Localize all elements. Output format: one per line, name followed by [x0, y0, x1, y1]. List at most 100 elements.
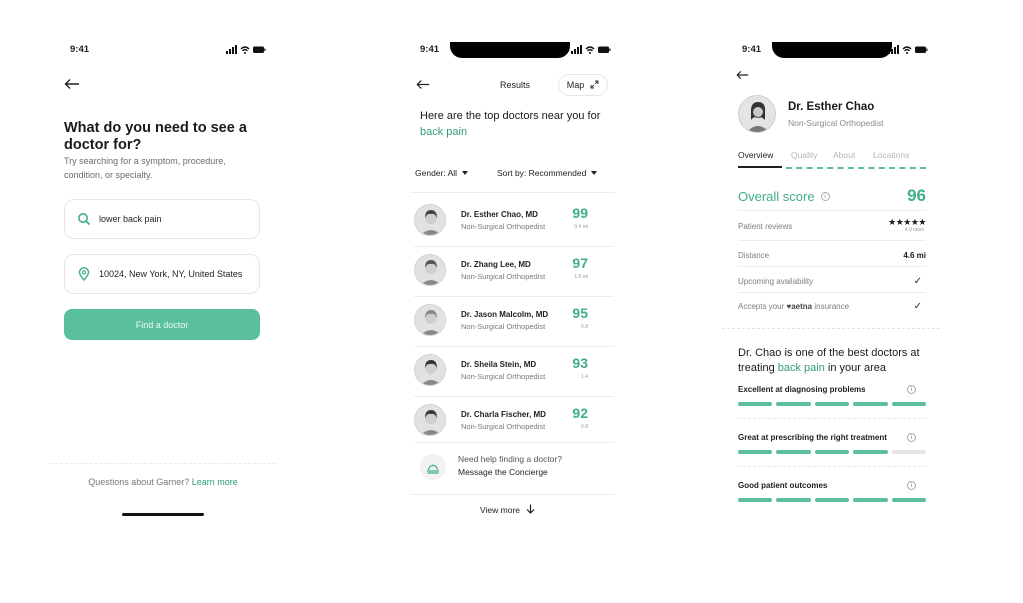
search-input[interactable]: lower back pain [64, 199, 260, 239]
location-pin-icon [77, 267, 91, 282]
system-icons [226, 45, 266, 55]
quality-meter-segment [853, 498, 888, 502]
section-divider [722, 328, 940, 329]
quality-meter-segment [891, 498, 927, 502]
bottom-divider [410, 494, 615, 495]
doctor-row[interactable]: Dr. Zhang Lee, MD Non-Surgical Orthopedis… [414, 248, 614, 294]
doctor-avatar [414, 354, 446, 386]
row-divider [738, 292, 926, 293]
doctor-name: Dr. Esther Chao [788, 101, 875, 113]
row-divider [414, 296, 614, 297]
checkmark-icon: ✓ [913, 301, 922, 312]
doctor-specialty: Non-Surgical Orthopedist [788, 118, 884, 128]
results-heading: Here are the top doctors near you for ba… [420, 108, 610, 140]
doctor-distance: 0.4 mi [574, 224, 588, 230]
location-value: 10024, New York, NY, United States [99, 269, 243, 279]
map-button[interactable]: Map [558, 74, 608, 96]
location-input[interactable]: 10024, New York, NY, United States [64, 254, 260, 294]
quality-meter-segment [891, 450, 927, 454]
doctor-specialty: Non-Surgical Orthopedist [461, 222, 546, 231]
profile-screen: 9:41 Dr. Esther Chao Non-Surgical Orthop… [722, 30, 942, 530]
doctor-name: Dr. Zhang Lee, MD [461, 260, 531, 269]
quality-divider [738, 466, 926, 467]
tab-overview[interactable]: Overview [738, 150, 773, 160]
summary-suffix: in your area [827, 362, 887, 374]
doctor-distance: 0.8 [581, 424, 588, 430]
tab-locations[interactable]: Locations [873, 150, 909, 160]
expand-icon [590, 80, 599, 91]
status-time: 9:41 [70, 44, 90, 55]
home-indicator [122, 513, 204, 516]
overall-score-text: Overall score [738, 189, 815, 204]
back-arrow-icon[interactable] [64, 78, 80, 92]
find-doctor-button[interactable]: Find a doctor [64, 309, 260, 340]
doctor-specialty: Non-Surgical Orthopedist [461, 422, 546, 431]
sort-filter[interactable]: Sort by: Recommended [497, 168, 598, 178]
sort-filter-label: Sort by: Recommended [497, 168, 587, 178]
learn-more-link[interactable]: Learn more [192, 477, 238, 487]
doctor-name: Dr. Sheila Stein, MD [461, 360, 537, 369]
insurance-prefix: Accepts your [738, 302, 785, 311]
status-bar: 9:41 [70, 44, 266, 58]
quality-meter-segment [776, 450, 811, 454]
distance-row: Distance 4.6 mi [738, 251, 926, 260]
concierge-prompt[interactable]: Need help finding a doctor? Message the … [420, 450, 620, 486]
gender-filter[interactable]: Gender: All [415, 168, 469, 178]
filter-divider [410, 192, 615, 193]
distance-label: Distance [738, 251, 770, 260]
doctor-score: 97 [572, 255, 588, 271]
info-icon[interactable]: i [820, 192, 830, 201]
quality-label: Excellent at diagnosing problems i [738, 385, 916, 394]
arrow-down-icon [526, 504, 535, 516]
quality-label-text: Excellent at diagnosing problems [738, 385, 866, 394]
page-subtitle: Try searching for a symptom, procedure, … [64, 156, 226, 180]
tab-about[interactable]: About [833, 150, 855, 160]
status-time: 9:41 [742, 44, 762, 55]
search-icon [77, 212, 91, 226]
quality-meter-segment [814, 498, 850, 502]
doctor-summary: Dr. Chao is one of the best doctors at t… [738, 346, 934, 376]
aetna-logo: ♥aetna [786, 302, 813, 311]
doctor-row[interactable]: Dr. Charla Fischer, MD Non-Surgical Ortho… [414, 398, 614, 444]
row-divider [414, 346, 614, 347]
doctor-row[interactable]: Dr. Esther Chao, MD Non-Surgical Orthoped… [414, 198, 614, 244]
concierge-line1: Need help finding a doctor? [458, 454, 562, 464]
view-more-button[interactable]: View more [480, 504, 535, 516]
quality-label-text: Great at prescribing the right treatment [738, 433, 887, 442]
checkmark-icon: ✓ [913, 276, 922, 287]
insurance-suffix: insurance [814, 302, 850, 311]
status-bar: 9:41 [420, 44, 611, 58]
row-divider [414, 396, 614, 397]
doctor-row[interactable]: Dr. Jason Malcolm, MD Non-Surgical Orthop… [414, 298, 614, 344]
footer-divider [50, 463, 276, 464]
search-value: lower back pain [99, 214, 162, 224]
doctor-distance: 0.8 [581, 324, 588, 330]
info-icon[interactable]: i [907, 433, 916, 442]
summary-accent: back pain [777, 362, 825, 374]
profile-tabs: Overview Quality About Locations [738, 150, 928, 172]
quality-meter-segment [738, 402, 773, 406]
availability-label: Upcoming availability [738, 277, 814, 286]
concierge-link[interactable]: Message the Concierge [458, 467, 548, 477]
footer-text: Questions about Garner? [88, 477, 190, 487]
doctor-specialty: Non-Surgical Orthopedist [461, 272, 546, 281]
quality-meter [738, 402, 927, 406]
quality-meter-segment [776, 498, 811, 502]
doctor-avatar [414, 254, 446, 286]
quality-meter-segment [738, 450, 773, 454]
doctor-name: Dr. Jason Malcolm, MD [461, 310, 549, 319]
doctor-row[interactable]: Dr. Sheila Stein, MD Non-Surgical Orthope… [414, 348, 614, 394]
tab-quality[interactable]: Quality [791, 150, 817, 160]
back-arrow-icon[interactable] [736, 70, 752, 84]
patient-reviews-label: Patient reviews [738, 222, 793, 231]
doctor-distance: 1.4 [581, 374, 588, 380]
star-rating-caption: 4.9 stars [904, 227, 924, 233]
info-icon[interactable]: i [907, 481, 916, 490]
quality-meter-segment [776, 402, 811, 406]
overall-score-label: Overall score i [738, 189, 830, 204]
results-screen: 9:41 Results Map Here are the top doctor… [400, 30, 625, 530]
info-icon[interactable]: i [907, 385, 916, 394]
quality-label-text: Good patient outcomes [738, 481, 828, 490]
doctor-avatar [414, 404, 446, 436]
view-more-label: View more [480, 505, 520, 515]
